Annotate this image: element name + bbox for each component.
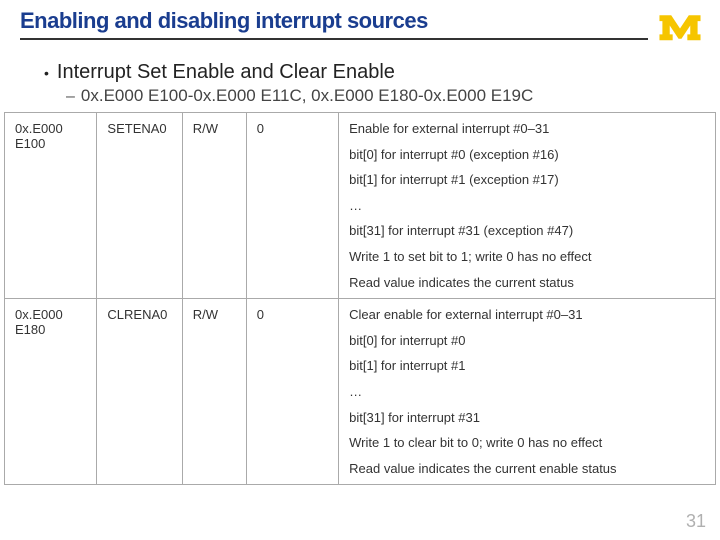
description-line: Read value indicates the current enable …	[349, 461, 705, 477]
description-line: …	[349, 384, 705, 400]
access-cell: R/W	[182, 299, 246, 485]
register-table-container: 0x.E000 E100SETENA0R/W0Enable for extern…	[0, 106, 720, 485]
reset-cell: 0	[246, 299, 338, 485]
description-line: bit[31] for interrupt #31 (exception #47…	[349, 223, 705, 239]
description-line: bit[31] for interrupt #31	[349, 410, 705, 426]
name-cell: SETENA0	[97, 113, 182, 299]
reset-cell: 0	[246, 113, 338, 299]
description-line: Read value indicates the current status	[349, 275, 705, 291]
table-row: 0x.E000 E100SETENA0R/W0Enable for extern…	[5, 113, 716, 299]
description-line: Clear enable for external interrupt #0–3…	[349, 307, 705, 323]
description-cell: Clear enable for external interrupt #0–3…	[339, 299, 716, 485]
michigan-logo-icon	[658, 12, 702, 47]
address-range: 0x.E000 E100-0x.E000 E11C, 0x.E000 E180-…	[81, 86, 533, 106]
description-line: bit[0] for interrupt #0 (exception #16)	[349, 147, 705, 163]
description-line: Write 1 to clear bit to 0; write 0 has n…	[349, 435, 705, 451]
bullet-text: Interrupt Set Enable and Clear Enable	[57, 61, 395, 84]
table-row: 0x.E000 E180CLRENA0R/W0 Clear enable for …	[5, 299, 716, 485]
description-line: bit[1] for interrupt #1	[349, 358, 705, 374]
slide-title: Enabling and disabling interrupt sources	[20, 8, 648, 40]
register-table: 0x.E000 E100SETENA0R/W0Enable for extern…	[4, 112, 716, 485]
description-line: bit[1] for interrupt #1 (exception #17)	[349, 172, 705, 188]
description-line: Enable for external interrupt #0–31	[349, 121, 705, 137]
address-cell: 0x.E000 E180	[5, 299, 97, 485]
content-block: • Interrupt Set Enable and Clear Enable …	[0, 51, 720, 106]
sub-bullet-line: – 0x.E000 E100-0x.E000 E11C, 0x.E000 E18…	[66, 86, 680, 106]
description-cell: Enable for external interrupt #0–31 bit[0…	[339, 113, 716, 299]
description-line: Write 1 to set bit to 1; write 0 has no …	[349, 249, 705, 265]
description-line: bit[0] for interrupt #0	[349, 333, 705, 349]
description-line: …	[349, 198, 705, 214]
page-number: 31	[686, 511, 706, 532]
bullet-icon: •	[44, 65, 49, 81]
access-cell: R/W	[182, 113, 246, 299]
name-cell: CLRENA0	[97, 299, 182, 485]
bullet-line: • Interrupt Set Enable and Clear Enable	[44, 61, 680, 84]
address-cell: 0x.E000 E100	[5, 113, 97, 299]
dash-icon: –	[66, 88, 75, 106]
